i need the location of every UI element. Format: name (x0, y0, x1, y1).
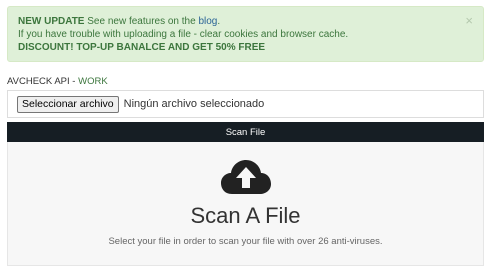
discount-text: DISCOUNT! TOP-UP BANALCE AND GET 50% FRE… (18, 42, 266, 53)
update-alert: NEW UPDATE See new features on the blog.… (7, 6, 484, 62)
file-status-text: Ningún archivo seleccionado (123, 98, 265, 110)
alert-update-line: NEW UPDATE See new features on the blog. (18, 15, 473, 28)
api-status-label: AVCHECK API - WORK (7, 76, 108, 87)
api-separator: - (69, 76, 79, 87)
upload-tip: If you have trouble with uploading a fil… (18, 29, 349, 40)
new-update-label: NEW UPDATE (18, 16, 85, 27)
choose-file-button[interactable]: Seleccionar archivo (17, 95, 119, 113)
cloud-upload-icon (221, 160, 271, 194)
file-input[interactable]: Seleccionar archivo Ningún archivo selec… (7, 90, 484, 118)
scan-subtitle: Select your file in order to scan your f… (108, 236, 383, 247)
api-status: WORK (78, 76, 108, 87)
scan-title: Scan A File (190, 203, 301, 228)
alert-period: . (217, 16, 221, 27)
blog-link[interactable]: blog (198, 16, 217, 27)
api-label-text: AVCHECK API (7, 76, 70, 87)
close-icon[interactable]: × (465, 14, 473, 27)
new-update-text: See new features on the (84, 16, 199, 27)
scan-file-button[interactable]: Scan File (7, 122, 484, 142)
scan-drop-area[interactable]: Scan A File Select your file in order to… (7, 142, 484, 266)
